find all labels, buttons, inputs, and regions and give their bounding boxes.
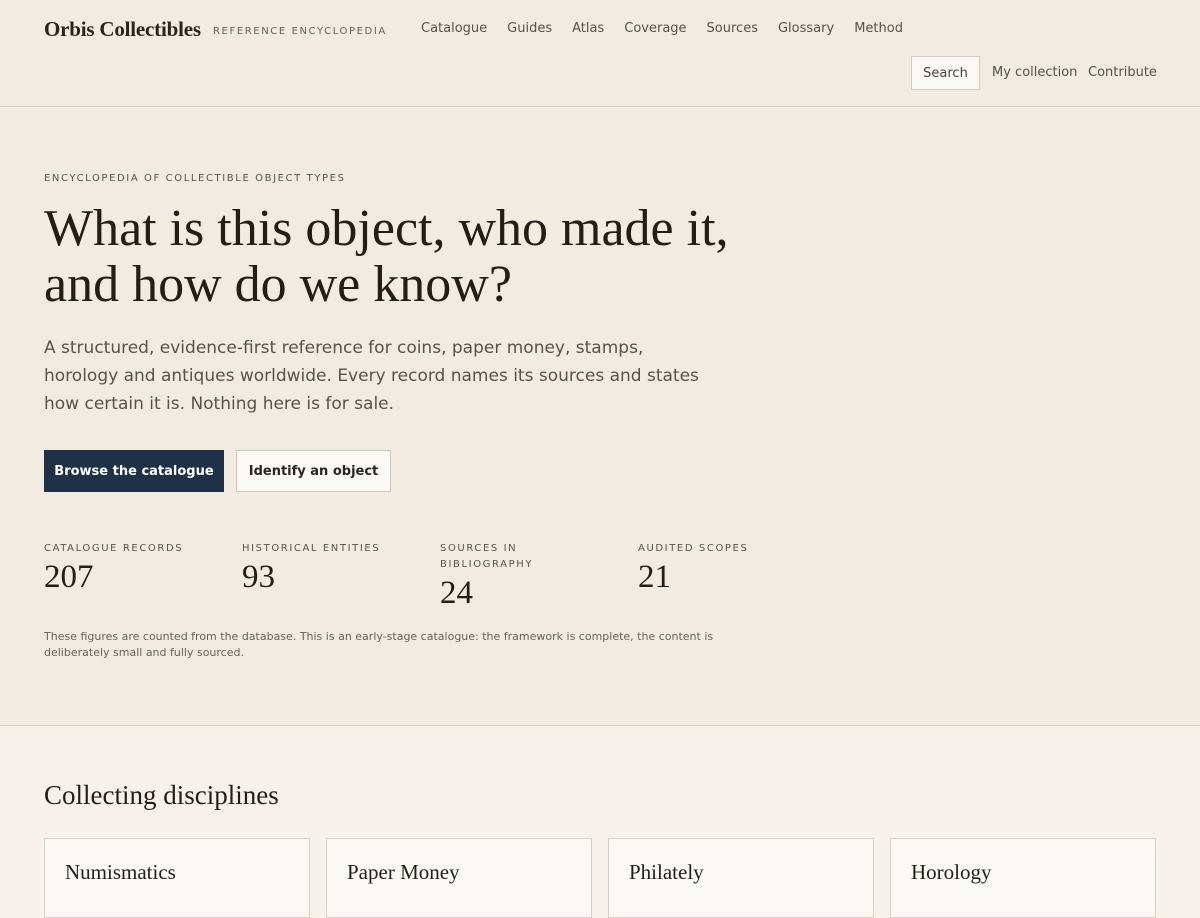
stat-audited-scopes: AUDITED SCOPES 21 — [638, 541, 808, 596]
nav-sources[interactable]: Sources — [707, 21, 758, 36]
nav-catalogue[interactable]: Catalogue — [421, 21, 487, 36]
stat-label: CATALOGUE RECORDS — [44, 543, 184, 554]
main-nav: Catalogue Guides Atlas Coverage Sources … — [421, 21, 903, 36]
stat-label: HISTORICAL ENTITIES — [242, 543, 381, 554]
discipline-card-philately[interactable]: Philately — [608, 838, 874, 918]
contribute-link[interactable]: Contribute — [1088, 65, 1157, 80]
stat-catalogue-records: CATALOGUE RECORDS 207 — [44, 541, 214, 596]
stat-value: 24 — [440, 575, 473, 611]
discipline-card-horology[interactable]: Horology — [890, 838, 1156, 918]
discipline-card-paper-money[interactable]: Paper Money — [326, 838, 592, 918]
stat-sources-in-bibliography: SOURCES IN BIBLIOGRAPHY 24 — [440, 541, 570, 612]
brand-tagline: REFERENCE ENCYCLOPEDIA — [213, 26, 387, 37]
card-title: Numismatics — [65, 860, 176, 884]
card-title: Horology — [911, 860, 992, 884]
nav-atlas[interactable]: Atlas — [572, 21, 604, 36]
disciplines-heading: Collecting disciplines — [44, 780, 279, 810]
hero-eyebrow: ENCYCLOPEDIA OF COLLECTIBLE OBJECT TYPES — [44, 173, 346, 184]
nav-method[interactable]: Method — [854, 21, 903, 36]
stat-value: 93 — [242, 559, 275, 595]
search-button[interactable]: Search — [911, 56, 980, 90]
my-collection-link[interactable]: My collection — [992, 65, 1077, 80]
hero-section: ENCYCLOPEDIA OF COLLECTIBLE OBJECT TYPES… — [0, 107, 1200, 726]
browse-catalogue-button[interactable]: Browse the catalogue — [44, 450, 224, 492]
hero-title: What is this object, who made it, and ho… — [44, 200, 729, 313]
nav-glossary[interactable]: Glossary — [778, 21, 834, 36]
nav-coverage[interactable]: Coverage — [624, 21, 686, 36]
stat-value: 21 — [638, 559, 671, 595]
site-header: Orbis Collectibles REFERENCE ENCYCLOPEDI… — [0, 0, 1200, 107]
stat-value: 207 — [44, 559, 94, 595]
stats-footnote: These figures are counted from the datab… — [44, 630, 714, 659]
stat-label: AUDITED SCOPES — [638, 543, 749, 554]
stat-label: SOURCES IN BIBLIOGRAPHY — [440, 543, 534, 570]
brand-logo[interactable]: Orbis Collectibles — [44, 17, 201, 42]
identify-object-button[interactable]: Identify an object — [236, 450, 391, 492]
stat-historical-entities: HISTORICAL ENTITIES 93 — [242, 541, 412, 596]
discipline-card-numismatics[interactable]: Numismatics — [44, 838, 310, 918]
nav-guides[interactable]: Guides — [507, 21, 552, 36]
card-title: Philately — [629, 860, 704, 884]
card-title: Paper Money — [347, 860, 460, 884]
hero-lead: A structured, evidence-first reference f… — [44, 338, 699, 414]
